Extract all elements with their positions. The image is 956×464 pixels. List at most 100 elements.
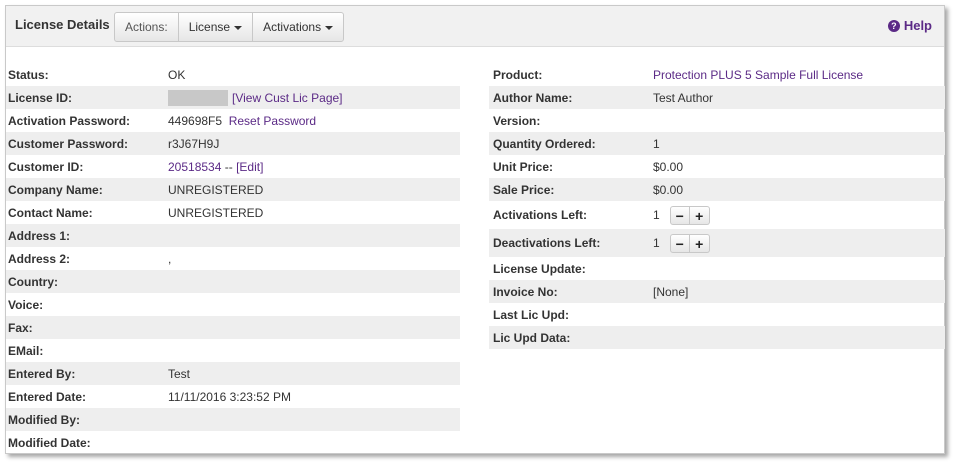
view-cust-lic-page-link[interactable]: [View Cust Lic Page] xyxy=(232,91,343,105)
product-link[interactable]: Protection PLUS 5 Sample Full License xyxy=(653,68,863,82)
customer-details-panel: Status: OK License ID: [View Cust Lic Pa… xyxy=(6,63,460,454)
version-row: Version: xyxy=(489,109,945,132)
deactivations-left-value: 1 xyxy=(653,236,660,250)
status-label: Status: xyxy=(8,67,49,82)
address2-value: , xyxy=(168,251,172,266)
sale-price-value: $0.00 xyxy=(653,182,684,197)
license-update-row: License Update: xyxy=(489,257,945,280)
license-update-label: License Update: xyxy=(493,261,586,276)
company-name-row: Company Name: UNREGISTERED xyxy=(6,178,460,201)
last-lic-upd-label: Last Lic Upd: xyxy=(493,307,570,322)
modified-by-label: Modified By: xyxy=(8,412,80,427)
address1-row: Address 1: xyxy=(6,224,460,247)
country-label: Country: xyxy=(8,274,58,289)
activations-stepper: − + xyxy=(669,205,710,225)
activations-menu-button[interactable]: Activations xyxy=(252,13,343,41)
license-id-masked-value xyxy=(168,89,228,106)
company-name-value: UNREGISTERED xyxy=(168,182,264,197)
lic-upd-data-row: Lic Upd Data: xyxy=(489,326,945,349)
license-menu-label: License xyxy=(188,20,231,34)
deactivations-increment-button[interactable]: + xyxy=(689,233,710,253)
license-menu-button[interactable]: License xyxy=(177,13,252,41)
version-label: Version: xyxy=(493,113,541,128)
deactivations-stepper: − + xyxy=(669,233,710,253)
invoice-no-label: Invoice No: xyxy=(493,284,558,299)
deactivations-decrement-button[interactable]: − xyxy=(669,233,690,253)
quantity-ordered-value: 1 xyxy=(653,136,660,151)
activation-password-label: Activation Password: xyxy=(8,113,131,128)
customer-id-row: Customer ID: 20518534 -- [Edit] xyxy=(6,155,460,178)
modified-date-row: Modified Date: xyxy=(6,431,460,454)
entered-date-row: Entered Date: 11/11/2016 3:23:52 PM xyxy=(6,385,460,408)
activations-left-row: Activations Left: 1 − + xyxy=(489,201,945,229)
edit-customer-link[interactable]: [Edit] xyxy=(236,160,263,174)
voice-label: Voice: xyxy=(8,297,44,312)
unit-price-row: Unit Price: $0.00 xyxy=(489,155,945,178)
toolbar-button-group: Actions: License Activations xyxy=(114,12,345,42)
deactivations-left-row: Deactivations Left: 1 − + xyxy=(489,229,945,257)
invoice-no-row: Invoice No: [None] xyxy=(489,280,945,303)
customer-id-link[interactable]: 20518534 xyxy=(168,160,221,174)
question-circle-icon: ? xyxy=(887,19,900,32)
help-label: Help xyxy=(903,18,932,33)
unit-price-label: Unit Price: xyxy=(493,159,554,174)
page-title: License Details xyxy=(15,17,110,32)
quantity-ordered-label: Quantity Ordered: xyxy=(493,136,596,151)
fax-label: Fax: xyxy=(8,320,33,335)
address2-row: Address 2: , xyxy=(6,247,460,270)
sale-price-label: Sale Price: xyxy=(493,182,555,197)
deactivations-left-label: Deactivations Left: xyxy=(493,236,601,250)
modified-by-row: Modified By: xyxy=(6,408,460,431)
email-row: EMail: xyxy=(6,339,460,362)
activations-decrement-button[interactable]: − xyxy=(669,205,690,225)
entered-date-value: 11/11/2016 3:23:52 PM xyxy=(168,389,291,404)
status-row: Status: OK xyxy=(6,63,460,86)
actions-label: Actions: xyxy=(125,20,168,34)
address2-label: Address 2: xyxy=(8,251,71,266)
last-lic-upd-row: Last Lic Upd: xyxy=(489,303,945,326)
license-details-window: License Details Actions: License Activat… xyxy=(5,5,945,454)
author-name-row: Author Name: Test Author xyxy=(489,86,945,109)
entered-by-value: Test xyxy=(168,366,191,381)
lic-upd-data-label: Lic Upd Data: xyxy=(493,330,571,345)
contact-name-value: UNREGISTERED xyxy=(168,205,264,220)
license-id-label: License ID: xyxy=(8,90,73,105)
unit-price-value: $0.00 xyxy=(653,159,684,174)
product-details-panel: Product: Protection PLUS 5 Sample Full L… xyxy=(489,63,945,349)
activations-menu-label: Activations xyxy=(263,20,322,34)
fax-row: Fax: xyxy=(6,316,460,339)
activations-increment-button[interactable]: + xyxy=(689,205,710,225)
customer-id-separator: -- xyxy=(221,159,237,174)
country-row: Country: xyxy=(6,270,460,293)
customer-password-value: r3J67H9J xyxy=(168,136,220,151)
address1-label: Address 1: xyxy=(8,228,71,243)
toolbar: License Details Actions: License Activat… xyxy=(6,6,944,47)
status-value: OK xyxy=(168,67,186,82)
contact-name-row: Contact Name: UNREGISTERED xyxy=(6,201,460,224)
customer-password-row: Customer Password: r3J67H9J xyxy=(6,132,460,155)
email-label: EMail: xyxy=(8,343,44,358)
help-link[interactable]: ? Help xyxy=(887,18,932,33)
voice-row: Voice: xyxy=(6,293,460,316)
product-label: Product: xyxy=(493,67,543,82)
sale-price-row: Sale Price: $0.00 xyxy=(489,178,945,201)
entered-by-label: Entered By: xyxy=(8,366,76,381)
product-row: Product: Protection PLUS 5 Sample Full L… xyxy=(489,63,945,86)
activation-password-row: Activation Password: 449698F5 Reset Pass… xyxy=(6,109,460,132)
entered-date-label: Entered Date: xyxy=(8,389,87,404)
author-name-value: Test Author xyxy=(653,90,714,105)
modified-date-label: Modified Date: xyxy=(8,435,91,450)
invoice-no-value: [None] xyxy=(653,284,689,299)
contact-name-label: Contact Name: xyxy=(8,205,93,220)
entered-by-row: Entered By: Test xyxy=(6,362,460,385)
reset-password-link[interactable]: Reset Password xyxy=(229,114,316,128)
customer-password-label: Customer Password: xyxy=(8,136,129,151)
license-id-row: License ID: [View Cust Lic Page] xyxy=(6,86,460,109)
company-name-label: Company Name: xyxy=(8,182,103,197)
activations-left-label: Activations Left: xyxy=(493,208,588,222)
activations-left-value: 1 xyxy=(653,208,660,222)
quantity-ordered-row: Quantity Ordered: 1 xyxy=(489,132,945,155)
author-name-label: Author Name: xyxy=(493,90,573,105)
customer-id-label: Customer ID: xyxy=(8,159,84,174)
activation-password-value: 449698F5 xyxy=(168,113,223,128)
